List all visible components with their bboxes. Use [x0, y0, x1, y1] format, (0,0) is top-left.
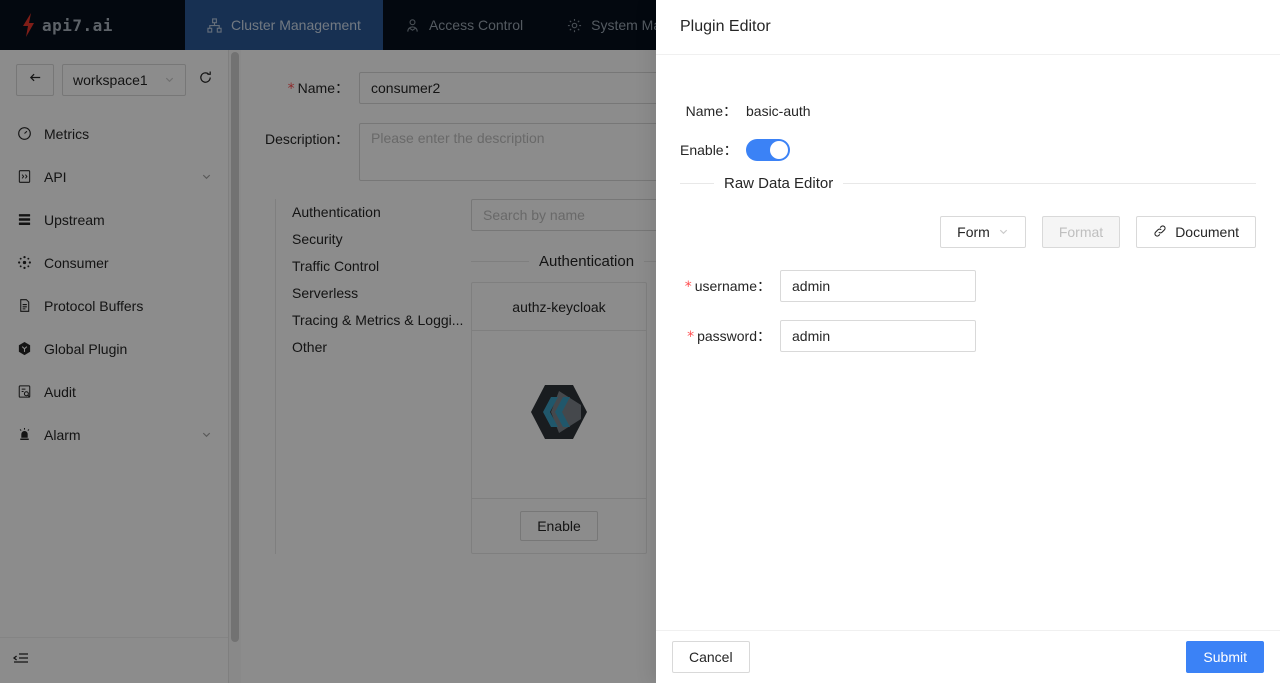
password-field-row: * password： admin	[680, 320, 1256, 352]
form-mode-select[interactable]: Form	[940, 216, 1026, 248]
required-marker: *	[684, 279, 692, 295]
form-mode-label: Form	[957, 224, 990, 240]
format-label: Format	[1058, 224, 1104, 240]
plugin-name-label-text: Name	[685, 103, 723, 119]
drawer-title: Plugin Editor	[656, 0, 1280, 55]
required-marker: *	[687, 329, 695, 345]
drawer-footer: Cancel Submit	[656, 630, 1280, 683]
document-label: Document	[1175, 224, 1239, 240]
plugin-editor-drawer: Plugin Editor Name： basic-auth Enable： R…	[656, 0, 1280, 683]
plugin-enable-label: Enable：	[680, 142, 738, 158]
drawer-body: Name： basic-auth Enable： Raw Data Editor	[656, 55, 1280, 630]
password-input[interactable]: admin	[780, 320, 976, 352]
format-button[interactable]: Format	[1041, 216, 1121, 248]
modal-overlay[interactable]	[0, 0, 656, 683]
editor-toolbar: Form Format Document	[680, 216, 1256, 248]
username-input[interactable]: admin	[780, 270, 976, 302]
document-button[interactable]: Document	[1136, 216, 1256, 248]
divider-line-left	[680, 183, 714, 184]
password-value: admin	[792, 328, 831, 344]
username-label: * username：	[684, 278, 771, 295]
password-label-text: password	[697, 328, 757, 344]
password-label: * password：	[687, 328, 771, 345]
plugin-enable-label-text: Enable	[680, 142, 724, 158]
app-root: api7.ai Cluster Management Access Contro…	[0, 0, 1280, 683]
raw-data-editor-divider: Raw Data Editor	[680, 175, 1256, 192]
plugin-enable-toggle[interactable]	[746, 139, 790, 161]
chevron-down-icon	[998, 224, 1009, 240]
cancel-button[interactable]: Cancel	[672, 641, 750, 673]
link-icon	[1153, 224, 1167, 241]
raw-data-editor-title: Raw Data Editor	[724, 175, 834, 192]
username-value: admin	[792, 278, 831, 294]
toggle-knob	[770, 141, 788, 159]
submit-button[interactable]: Submit	[1186, 641, 1264, 673]
plugin-name-value: basic-auth	[746, 103, 811, 119]
username-label-text: username	[694, 278, 757, 294]
plugin-name-row: Name： basic-auth	[680, 101, 1256, 121]
plugin-enable-row: Enable：	[680, 139, 1256, 161]
username-field-row: * username： admin	[680, 270, 1256, 302]
divider-line-right	[843, 183, 1256, 184]
plugin-name-label: Name：	[685, 103, 737, 119]
